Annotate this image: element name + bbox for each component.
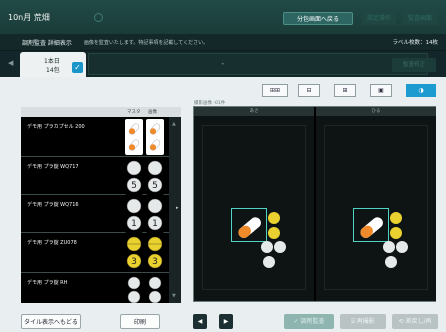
- prev-icon[interactable]: ◀: [193, 314, 207, 329]
- audit-ok-button[interactable]: ✓ 調剤監査: [284, 314, 334, 329]
- photo-image-tablet: 1: [146, 197, 164, 233]
- view-single-button[interactable]: ⊟: [298, 84, 320, 97]
- tablet-imprint: 1: [152, 219, 158, 229]
- tab-scroll-left-icon[interactable]: ◀: [8, 59, 13, 67]
- instruction-text: 画像を監査いたします。特記事項を記載してください。: [83, 39, 209, 46]
- list-item[interactable]: デモ用 プラ錠 WQ717 5 5: [21, 157, 169, 195]
- tablet-icon: 3: [147, 236, 163, 269]
- packet-photo-panel: あさ ひる: [193, 106, 436, 302]
- tablet-icon: [148, 276, 162, 303]
- sub-header: 調剤監査 詳細表示 画像を監査いたします。特記事項を記載してください。 ラベル枚…: [0, 34, 446, 50]
- view-contrast-button[interactable]: ◑: [406, 84, 436, 97]
- pills-icon: [360, 212, 408, 268]
- tablet-icon: 5: [147, 160, 163, 193]
- scroll-up-icon[interactable]: ▲: [172, 121, 176, 127]
- tab-checkbox[interactable]: ✓: [72, 62, 83, 73]
- tablet-icon: 5: [126, 160, 142, 193]
- drug-name: デモ用 プラカプセル 200: [27, 124, 85, 130]
- status-circle-icon: [93, 12, 103, 22]
- drug-name: デモ用 プラ錠 ZU078: [27, 240, 77, 246]
- capsule-icon: [128, 123, 140, 151]
- list-item[interactable]: デモ用 プラ錠 ZU078 3 3: [21, 233, 169, 273]
- day-tabs-row: ◀ 1本日 14包 ✓ •: [0, 51, 446, 78]
- settings-button[interactable]: 設定操作: [362, 12, 396, 25]
- view-grid-2-button[interactable]: ⊞⊞: [262, 84, 288, 97]
- tablet-icon: 1: [126, 198, 142, 231]
- list-item[interactable]: デモ用 プラ錠 RH: [21, 273, 169, 303]
- list-scrollbar[interactable]: ▲ ▼: [169, 117, 181, 303]
- rescan-button[interactable]: ⌸ 再撮影: [340, 314, 386, 329]
- header-image: 画像: [148, 110, 157, 115]
- audit-fix-button[interactable]: 監査修正: [392, 58, 436, 72]
- tablet-imprint: 1: [131, 219, 137, 229]
- list-item[interactable]: デモ用 プラカプセル 200: [21, 117, 169, 157]
- photo-image-capsule: [146, 119, 164, 155]
- tablet-imprint: 5: [152, 181, 158, 191]
- drug-name: デモ用 プラ錠 WQ716: [27, 202, 79, 208]
- audit-screen-button[interactable]: 監査画面: [402, 12, 438, 25]
- tablet-imprint: 3: [152, 257, 158, 267]
- tab-strip: •: [88, 53, 428, 75]
- photo-image-tablet: 3: [146, 235, 164, 271]
- capsule-icon: [149, 123, 161, 151]
- list-item[interactable]: デモ用 プラ錠 WQ716 1 1: [21, 195, 169, 233]
- photo-image-tablet: [146, 275, 164, 303]
- tab-day-1[interactable]: 1本日 14包 ✓: [20, 52, 86, 78]
- drug-name: デモ用 プラ錠 WQ717: [27, 164, 79, 170]
- scroll-down-icon[interactable]: ▼: [172, 293, 176, 299]
- header-master: マスタ: [127, 110, 141, 115]
- tablet-imprint: 5: [131, 181, 137, 191]
- revert-button[interactable]: ⟲ 差戻し/再: [392, 314, 438, 329]
- master-image-tablet: [125, 275, 143, 303]
- screen-title: 調剤監査 詳細表示: [22, 39, 72, 47]
- tablet-icon: [127, 276, 141, 303]
- tablet-icon: 1: [147, 198, 163, 231]
- master-image-tablet: 3: [125, 235, 143, 271]
- master-image-tablet: 1: [125, 197, 143, 233]
- pills-icon: [238, 212, 286, 268]
- tab-packet-count: 14包: [46, 67, 60, 74]
- tab-strip-marker: •: [221, 61, 225, 68]
- packet-column-noon: ひる: [316, 107, 436, 301]
- next-icon[interactable]: ▶: [219, 314, 233, 329]
- tablet-imprint: 3: [131, 257, 137, 267]
- master-image-tablet: 5: [125, 159, 143, 195]
- view-frame-button[interactable]: ▣: [370, 84, 392, 97]
- drug-list: マスタ 画像 デモ用 プラカプセル 200 デモ用 プラ錠 WQ717 5 5 …: [21, 107, 181, 303]
- list-expand-icon[interactable]: ▸: [176, 205, 179, 211]
- back-to-tile-button[interactable]: タイル表示へもどる: [21, 314, 81, 329]
- photo-image-tablet: 5: [146, 159, 164, 195]
- master-image-capsule: [125, 119, 143, 155]
- view-grid-button[interactable]: ⊞: [334, 84, 356, 97]
- drug-list-header: マスタ 画像: [21, 107, 181, 117]
- tab-day-label: 1本日: [44, 58, 60, 65]
- tablet-icon: 3: [126, 236, 142, 269]
- window-title: 10n月 荒畑: [8, 12, 50, 22]
- label-count: ラベル枚数：14枚: [392, 40, 439, 46]
- packet-column-morning: あさ: [194, 107, 314, 301]
- drug-name: デモ用 プラ錠 RH: [27, 280, 68, 286]
- print-button[interactable]: 印刷: [120, 314, 160, 329]
- back-to-packing-button[interactable]: 分包画面へ戻る: [283, 12, 353, 25]
